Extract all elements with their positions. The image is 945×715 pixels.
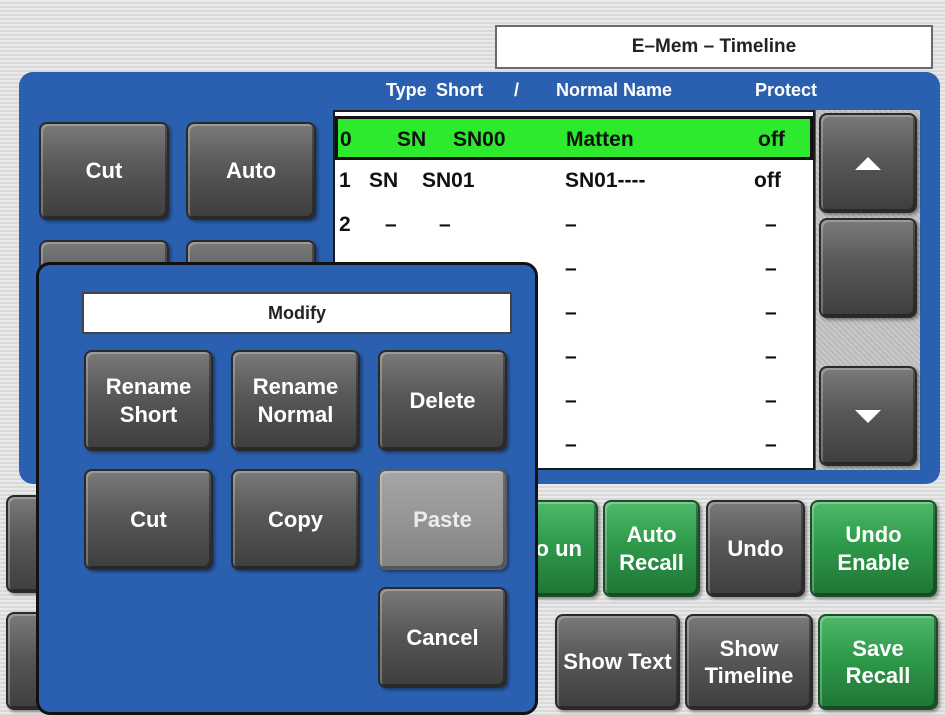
column-header-type[interactable]: Type (386, 80, 427, 101)
modal-cut-button[interactable]: Cut (84, 469, 213, 570)
undo-button[interactable]: Undo (706, 500, 805, 597)
triangle-down-icon (855, 409, 881, 423)
show-timeline-button[interactable]: Show Timeline (685, 614, 813, 710)
row-protect: – (765, 345, 777, 368)
rename-normal-button[interactable]: Rename Normal (231, 350, 360, 451)
triangle-up-icon (855, 156, 881, 170)
column-header-normal-name[interactable]: Normal Name (556, 80, 672, 101)
scroll-down-button[interactable] (819, 366, 917, 466)
row-protect: off (754, 169, 781, 192)
row-index: 2 (339, 213, 351, 236)
row-type: – (385, 213, 397, 236)
cut-button[interactable]: Cut (39, 122, 169, 220)
window-title: E–Mem – Timeline (495, 25, 933, 69)
row-short: SN01 (422, 169, 475, 192)
row-normal-name: SN01---- (565, 169, 646, 192)
row-short: – (439, 213, 451, 236)
save-recall-button[interactable]: Save Recall (818, 614, 938, 710)
row-index: 0 (340, 128, 352, 151)
row-type: SN (397, 128, 427, 151)
row-protect: – (765, 389, 777, 412)
copy-button[interactable]: Copy (231, 469, 360, 570)
row-normal-name: – (565, 213, 577, 236)
sort-indicator: / (514, 80, 520, 100)
row-normal-name: – (565, 257, 577, 280)
rename-short-button[interactable]: Rename Short (84, 350, 213, 451)
column-header-protect[interactable]: Protect (755, 80, 817, 101)
list-row-0[interactable]: 0 SN SN00 Matten off (335, 116, 813, 160)
row-protect: – (765, 433, 777, 456)
scrollbar-thumb[interactable] (819, 218, 917, 318)
delete-button[interactable]: Delete (378, 350, 507, 451)
auto-button[interactable]: Auto (186, 122, 316, 220)
row-normal-name: – (565, 433, 577, 456)
row-type: SN (369, 169, 399, 192)
row-protect: – (765, 257, 777, 280)
row-protect: – (765, 213, 777, 236)
row-normal-name: – (565, 345, 577, 368)
undo-enable-button[interactable]: Undo Enable (810, 500, 937, 597)
row-protect: off (758, 128, 785, 151)
row-short: SN00 (453, 128, 506, 151)
list-row-1[interactable]: 1 SN SN01 SN01---- off (335, 160, 813, 204)
list-row-2[interactable]: 2 – – – – (335, 204, 813, 248)
auto-recall-button[interactable]: Auto Recall (603, 500, 700, 597)
row-index: 1 (339, 169, 351, 192)
scroll-up-button[interactable] (819, 113, 917, 213)
modal-title: Modify (82, 292, 512, 334)
column-header-short[interactable]: Short (436, 80, 483, 101)
row-normal-name: – (565, 389, 577, 412)
row-normal-name: – (565, 301, 577, 324)
row-normal-name: Matten (566, 128, 634, 151)
show-text-button[interactable]: Show Text (555, 614, 680, 710)
paste-button[interactable]: Paste (378, 469, 507, 570)
cancel-button[interactable]: Cancel (378, 587, 507, 688)
row-protect: – (765, 301, 777, 324)
